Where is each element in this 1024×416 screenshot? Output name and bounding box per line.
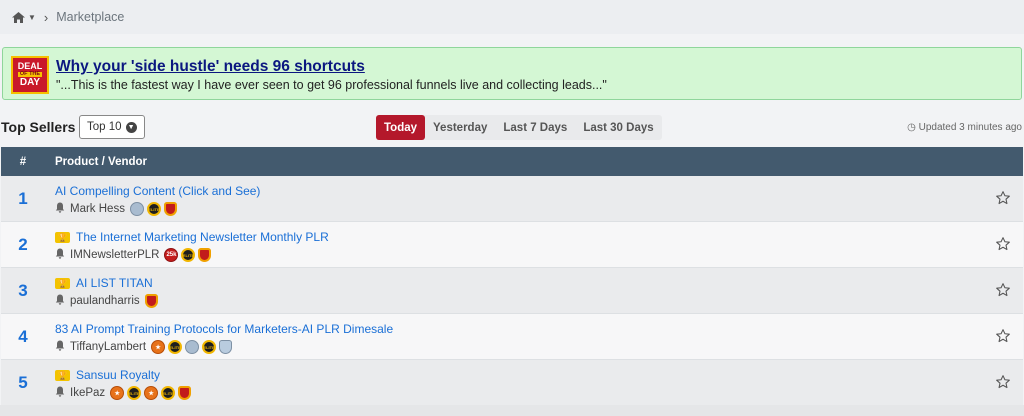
breadcrumb: ▼ › Marketplace (0, 0, 1024, 34)
product-link[interactable]: AI LIST TITAN (76, 276, 153, 290)
deal-of-the-day-banner: DEAL OF THE DAY Why your 'side hustle' n… (2, 47, 1022, 100)
product-line: 🏆 AI LIST TITAN (55, 276, 153, 290)
favorite-star-icon[interactable] (995, 282, 1011, 298)
vendor-name[interactable]: TiffanyLambert (70, 341, 146, 353)
favorite-star-icon[interactable] (995, 236, 1011, 252)
bell-icon[interactable] (55, 248, 65, 262)
vendor-badge-gold-icon: ELITE (146, 202, 161, 216)
rank-column-header: # (19, 155, 27, 168)
tab-last-7-days[interactable]: Last 7 Days (495, 115, 575, 140)
vendor-badge-red-icon: 25k (164, 248, 179, 262)
top-10-label: Top 10 (87, 121, 122, 133)
vendor-badge-silver-icon (185, 340, 200, 354)
favorite-star-icon[interactable] (995, 328, 1011, 344)
caret-down-icon[interactable]: ▼ (28, 13, 36, 22)
home-icon[interactable] (12, 11, 25, 23)
product-line: AI Compelling Content (Click and See) (55, 184, 260, 198)
vendor-badge-shield-icon (198, 248, 212, 262)
vendor-name[interactable]: IMNewsletterPLR (70, 249, 159, 261)
rank-number: 1 (18, 189, 28, 208)
vendor-badge-gold-icon: ELITE (181, 248, 196, 262)
vendor-badge-orange-icon: ★ (110, 386, 125, 400)
vendor-badge-gold-icon: ELITE (168, 340, 183, 354)
deal-logo-line3: DAY (19, 77, 41, 89)
vendor-badge-shield-icon (163, 202, 177, 216)
trophy-icon: 🏆 (55, 277, 70, 289)
vendor-badge-shield-icon (178, 386, 192, 400)
chevron-right-icon: › (43, 9, 49, 25)
favorite-star-icon[interactable] (995, 190, 1011, 206)
vendor-line: paulandharris (55, 294, 158, 308)
table-row: 5 🏆 Sansuu Royalty IkePaz ★ ELITE ★ ELITE (1, 360, 1023, 406)
table-row: 1 AI Compelling Content (Click and See) Ma… (1, 176, 1023, 222)
vendor-badge-gold-icon: ELITE (202, 340, 217, 354)
product-link[interactable]: The Internet Marketing Newsletter Monthl… (76, 230, 329, 244)
clock-icon: ◷ (907, 122, 916, 133)
chevron-down-icon: ▼ (125, 121, 137, 133)
bell-icon[interactable] (55, 386, 65, 400)
vendor-line: IkePaz ★ ELITE ★ ELITE (55, 386, 192, 400)
updated-status: ◷ Updated 3 minutes ago (907, 122, 1022, 133)
tab-today[interactable]: Today (376, 115, 426, 140)
deal-title-link[interactable]: Why your 'side hustle' needs 96 shortcut… (56, 58, 365, 76)
table-row: 2 🏆 The Internet Marketing Newsletter Mont… (1, 222, 1023, 268)
vendor-name[interactable]: paulandharris (70, 295, 140, 307)
table-row: 4 83 AI Prompt Training Protocols for Mar… (1, 314, 1023, 360)
rank-number: 4 (18, 327, 28, 346)
product-link[interactable]: Sansuu Royalty (76, 368, 160, 382)
deal-quote: "...This is the fastest way I have ever … (56, 78, 607, 92)
vendor-badge-shield-icon (144, 294, 158, 308)
breadcrumb-current: Marketplace (56, 10, 125, 24)
vendor-name[interactable]: IkePaz (70, 387, 105, 399)
product-line: 🏆 The Internet Marketing Newsletter Month… (55, 230, 329, 244)
rank-number: 5 (18, 373, 28, 392)
table-header: # Product / Vendor (1, 147, 1023, 176)
product-column-header: Product / Vendor (55, 155, 148, 168)
vendor-badge-gold-icon: ELITE (161, 386, 176, 400)
tab-last-30-days[interactable]: Last 30 Days (575, 115, 661, 140)
trophy-icon: 🏆 (55, 231, 70, 243)
product-link[interactable]: AI Compelling Content (Click and See) (55, 184, 260, 198)
updated-text: Updated 3 minutes ago (918, 122, 1022, 133)
trophy-icon: 🏆 (55, 369, 70, 381)
tab-yesterday[interactable]: Yesterday (425, 115, 495, 140)
vendor-badge-gold-icon: ELITE (127, 386, 142, 400)
top-10-dropdown[interactable]: Top 10 ▼ (79, 115, 145, 139)
vendor-badge-orange-icon: ★ (151, 340, 166, 354)
rank-number: 2 (18, 235, 28, 254)
table-row: 3 🏆 AI LIST TITAN paulandharris (1, 268, 1023, 314)
rank-number: 3 (18, 281, 28, 300)
top-sellers-title: Top Sellers (1, 119, 76, 135)
vendor-line: Mark Hess ELITE (55, 202, 177, 216)
product-line: 🏆 Sansuu Royalty (55, 368, 160, 382)
bell-icon[interactable] (55, 202, 65, 216)
bell-icon[interactable] (55, 340, 65, 354)
page-bottom (0, 405, 1024, 416)
vendor-badge-orange-icon: ★ (144, 386, 159, 400)
vendor-badge-silver-icon (129, 202, 144, 216)
deal-of-the-day-logo[interactable]: DEAL OF THE DAY (11, 56, 49, 94)
favorite-star-icon[interactable] (995, 374, 1011, 390)
deal-logo-line1: DEAL (17, 60, 43, 71)
vendor-name[interactable]: Mark Hess (70, 203, 125, 215)
product-link[interactable]: 83 AI Prompt Training Protocols for Mark… (55, 322, 393, 336)
bell-icon[interactable] (55, 294, 65, 308)
vendor-badge-shield-blue-icon (219, 340, 233, 354)
product-line: 83 AI Prompt Training Protocols for Mark… (55, 322, 393, 336)
period-tabs: Today Yesterday Last 7 Days Last 30 Days (376, 115, 662, 140)
vendor-line: TiffanyLambert ★ ELITE ELITE (55, 340, 233, 354)
vendor-line: IMNewsletterPLR 25k ELITE (55, 248, 212, 262)
